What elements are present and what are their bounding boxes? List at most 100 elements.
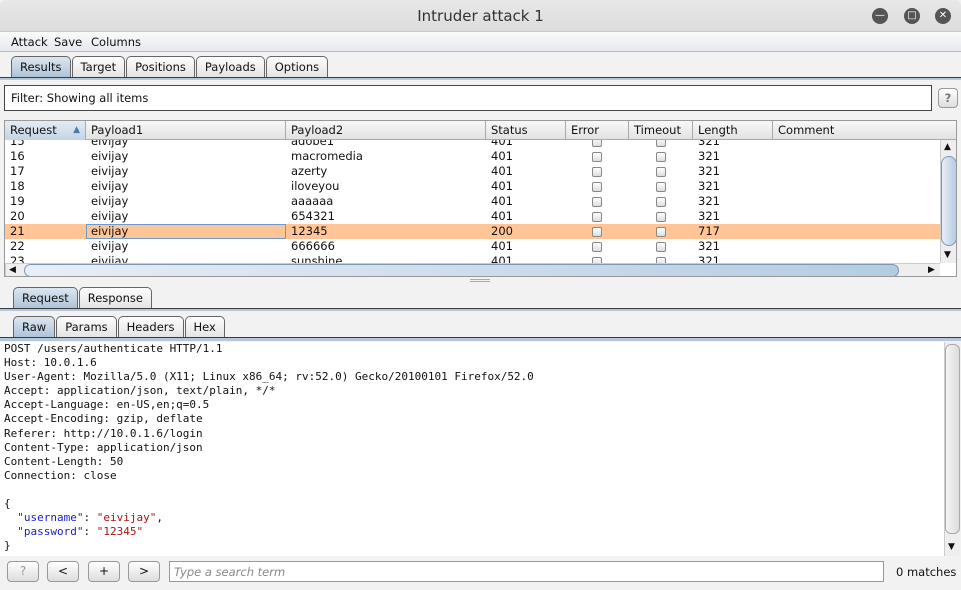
timeout-checkbox: [656, 167, 666, 177]
menu-save[interactable]: Save: [54, 35, 82, 49]
error-checkbox: [592, 152, 602, 162]
horizontal-scrollbar[interactable]: ◀ ▶: [5, 263, 940, 276]
cell-request: 17: [10, 164, 25, 178]
cell-request: 18: [10, 179, 25, 193]
scroll-up-icon[interactable]: ▲: [944, 142, 951, 152]
table-row[interactable]: 20 eivijay 654321 401 321: [5, 209, 940, 224]
cell-length: 321: [698, 149, 720, 163]
timeout-checkbox: [656, 242, 666, 252]
minimize-icon[interactable]: —: [872, 8, 888, 24]
request-line: Accept: application/json, text/plain, */…: [4, 384, 276, 398]
table-row[interactable]: 17 eivijay azerty 401 321: [5, 164, 940, 179]
cell-length: 321: [698, 209, 720, 223]
json-key: "password": [17, 525, 84, 539]
timeout-checkbox: [656, 212, 666, 222]
request-line: POST /users/authenticate HTTP/1.1: [4, 342, 223, 355]
column-header-status[interactable]: Status: [486, 121, 566, 140]
cell-payload2: azerty: [291, 164, 328, 178]
table-row[interactable]: 23 eivijay sunshine 401 321: [5, 254, 940, 263]
request-line: [4, 483, 944, 497]
table-row[interactable]: 22 eivijay 666666 401 321: [5, 239, 940, 254]
column-header-timeout[interactable]: Timeout: [629, 121, 693, 140]
tab-response[interactable]: Response: [78, 287, 152, 308]
request-line: Content-Length: 50: [4, 454, 124, 468]
close-icon[interactable]: ✕: [935, 8, 951, 24]
error-checkbox: [592, 212, 602, 222]
column-header-length[interactable]: Length: [693, 121, 773, 140]
tab-positions[interactable]: Positions: [126, 56, 195, 77]
request-line: Connection: close: [4, 468, 117, 482]
editor-vertical-scrollbar[interactable]: ▼: [944, 342, 960, 556]
json-line-username: "username": "eivijay",: [17, 511, 163, 525]
error-checkbox: [592, 242, 602, 252]
scroll-down-icon[interactable]: ▼: [944, 250, 951, 260]
timeout-checkbox: [656, 140, 666, 147]
column-header-comment[interactable]: Comment: [773, 121, 956, 140]
search-input[interactable]: Type a search term: [169, 561, 884, 582]
json-value: "12345": [96, 525, 144, 539]
error-checkbox: [592, 140, 602, 147]
search-prev-button[interactable]: <: [47, 561, 79, 582]
table-row[interactable]: 18 eivijay iloveyou 401 321: [5, 179, 940, 194]
cell-payload1: eivijay: [91, 194, 129, 208]
cell-request: 22: [10, 239, 25, 253]
table-row[interactable]: 15 eivijay adobe1 401 321: [5, 140, 940, 149]
cell-payload2: iloveyou: [291, 179, 340, 193]
tab-results[interactable]: Results: [11, 56, 71, 77]
request-line: Content-Type: application/json: [4, 440, 203, 454]
filter-help-button[interactable]: ?: [938, 88, 958, 108]
tab-hex[interactable]: Hex: [184, 316, 225, 337]
tab-payloads[interactable]: Payloads: [195, 56, 265, 77]
scroll-down-icon[interactable]: ▼: [948, 542, 955, 552]
cell-payload1: eivijay: [91, 254, 129, 263]
scroll-left-icon[interactable]: ◀: [9, 265, 16, 275]
tab-divider: [0, 308, 961, 311]
tab-target[interactable]: Target: [71, 56, 126, 77]
search-next-button[interactable]: >: [128, 561, 160, 582]
vertical-scrollbar[interactable]: ▲ ▼: [940, 140, 956, 263]
cell-length: 321: [698, 140, 720, 148]
table-row[interactable]: 21 eivijay 12345 200 717: [5, 224, 940, 239]
cell-length: 321: [698, 194, 720, 208]
split-pane-handle[interactable]: [470, 279, 490, 282]
cell-payload2: adobe1: [291, 140, 335, 148]
title-bar: Intruder attack 1 — □ ✕: [0, 0, 961, 32]
request-line: Referer: http://10.0.1.6/login: [4, 426, 203, 440]
column-header-error[interactable]: Error: [566, 121, 629, 140]
column-header-payload2[interactable]: Payload2: [286, 121, 486, 140]
vertical-scroll-thumb[interactable]: [941, 156, 956, 246]
tab-raw[interactable]: Raw: [13, 316, 56, 337]
tab-headers[interactable]: Headers: [117, 316, 184, 337]
tab-params[interactable]: Params: [56, 316, 117, 337]
menu-columns[interactable]: Columns: [91, 35, 141, 49]
cell-request: 20: [10, 209, 25, 223]
request-editor[interactable]: POST /users/authenticate HTTP/1.1 Host: 1…: [0, 342, 944, 556]
maximize-icon[interactable]: □: [904, 8, 920, 24]
filter-bar[interactable]: Filter: Showing all items: [4, 85, 932, 111]
horizontal-scroll-thumb[interactable]: [24, 264, 899, 276]
column-label: Request: [10, 123, 57, 137]
table-row[interactable]: 16 eivijay macromedia 401 321: [5, 149, 940, 164]
search-help-button[interactable]: ?: [7, 561, 39, 582]
column-header-payload1[interactable]: Payload1: [86, 121, 286, 140]
cell-payload2: 12345: [291, 224, 328, 238]
column-header-request[interactable]: Request ▲: [5, 121, 86, 140]
cell-length: 717: [698, 224, 720, 238]
cell-status: 401: [491, 140, 513, 148]
editor-scroll-thumb[interactable]: [945, 344, 960, 534]
tab-request[interactable]: Request: [13, 287, 78, 308]
json-line-password: "password": "12345": [17, 525, 144, 539]
cell-status: 401: [491, 209, 513, 223]
sort-ascending-icon: ▲: [73, 125, 80, 135]
cell-payload1: eivijay: [91, 164, 129, 178]
scroll-right-icon[interactable]: ▶: [928, 265, 935, 275]
search-add-button[interactable]: +: [88, 561, 120, 582]
cell-length: 321: [698, 239, 720, 253]
request-line: Accept-Language: en-US,en;q=0.5: [4, 398, 210, 412]
error-checkbox: [592, 167, 602, 177]
table-row[interactable]: 19 eivijay aaaaaa 401 321: [5, 194, 940, 209]
cell-payload2: 654321: [291, 209, 335, 223]
tab-options[interactable]: Options: [265, 56, 329, 77]
menu-attack[interactable]: Attack: [11, 35, 48, 49]
cell-payload1: eivijay: [86, 224, 286, 239]
